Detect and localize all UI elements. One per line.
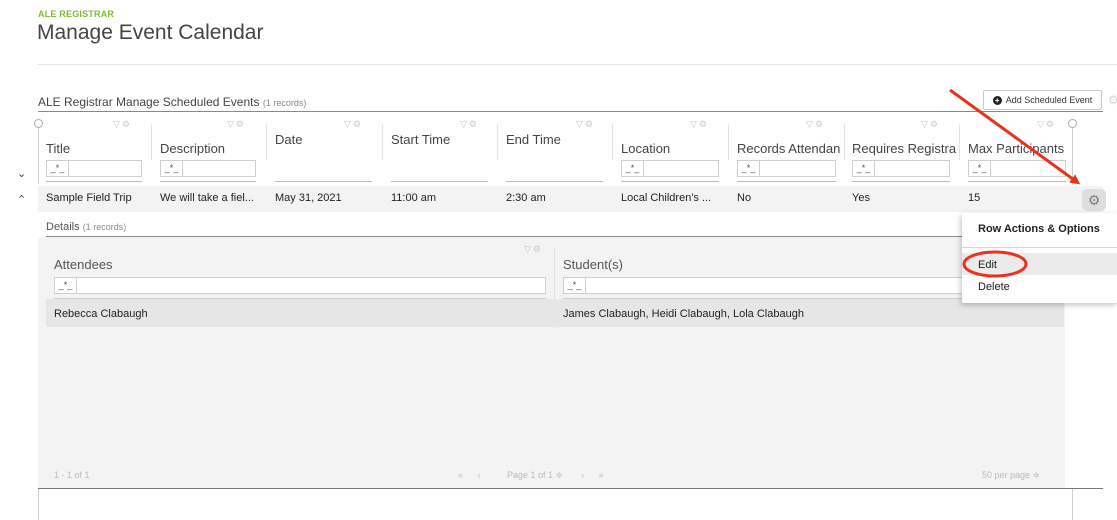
per-page-label: 50 per page	[982, 470, 1031, 480]
plus-icon: +	[992, 95, 1002, 105]
cell-max-participants: 15	[968, 192, 981, 204]
header-divider	[38, 64, 1117, 65]
tree-line-right	[1072, 127, 1073, 185]
title-column-filter-gear-icons[interactable]: ▽⚙	[113, 119, 132, 130]
cell-end-time: 2:30 am	[506, 192, 546, 204]
details-title-text: Details	[46, 221, 80, 233]
app-label: ALE REGISTRAR	[38, 9, 115, 19]
column-header-title[interactable]: Title	[46, 141, 142, 156]
add-scheduled-event-label: Add Scheduled Event	[1005, 95, 1093, 105]
grid-settings-gear-icon[interactable]: ⚙	[1108, 93, 1117, 107]
details-record-count: (1 records)	[82, 222, 127, 232]
grid-title-text: ALE Registrar Manage Scheduled Events	[38, 95, 260, 109]
cell-attendees: Rebecca Clabaugh	[54, 308, 148, 320]
per-page-select[interactable]: 50 per page ≑	[982, 470, 1040, 481]
tree-line-bottom-left	[38, 488, 39, 520]
tree-knob-left	[34, 119, 43, 128]
row-actions-menu-title: Row Actions & Options	[978, 223, 1100, 235]
cell-title: Sample Field Trip	[46, 192, 132, 204]
pager-page-select[interactable]: Page 1 of 1 ≑	[507, 470, 563, 481]
attendees-column-filter-gear-icons[interactable]: ▽⚙	[524, 244, 543, 255]
add-scheduled-event-button[interactable]: + Add Scheduled Event	[983, 90, 1102, 110]
cell-records-attendance: No	[737, 192, 752, 204]
details-table-row[interactable]	[46, 299, 1064, 327]
column-header-date[interactable]: Date	[275, 132, 365, 147]
row-actions-gear-icon[interactable]: ⚙	[1082, 189, 1106, 211]
column-header-requires-registration[interactable]: Requires Registration	[852, 141, 956, 156]
pager-page-label: Page 1 of 1	[507, 470, 554, 480]
cell-students: James Clabaugh, Heidi Clabaugh, Lola Cla…	[563, 308, 804, 320]
requires-registration-column-filter-gear-icons[interactable]: ▽⚙	[921, 119, 940, 130]
title-filter-input[interactable]: _*_	[46, 160, 142, 177]
edit-menu-item[interactable]: Edit	[978, 259, 997, 271]
cell-requires-registration: Yes	[852, 192, 870, 204]
location-filter-input[interactable]: _*_	[621, 160, 719, 177]
column-header-location[interactable]: Location	[621, 141, 721, 156]
date-column-filter-gear-icons[interactable]: ▽⚙	[344, 119, 363, 130]
max-participants-column-filter-gear-icons[interactable]: ▽⚙	[1037, 119, 1056, 130]
column-header-max-participants[interactable]: Max Participants	[968, 141, 1070, 156]
attendees-filter-input[interactable]: _*_	[54, 277, 546, 294]
details-title: Details (1 records)	[46, 221, 126, 233]
delete-menu-item[interactable]: Delete	[978, 281, 1010, 293]
tree-knob-right	[1068, 119, 1077, 128]
column-header-students[interactable]: Student(s)	[563, 257, 623, 272]
end-time-column-filter-gear-icons[interactable]: ▽⚙	[576, 119, 595, 130]
column-header-attendees[interactable]: Attendees	[54, 257, 113, 272]
grid-bottom-divider	[38, 488, 1103, 489]
collapse-all-chevron-icon[interactable]: ⌄	[17, 167, 26, 180]
column-header-end-time[interactable]: End Time	[506, 132, 606, 147]
details-panel	[38, 237, 1065, 488]
cell-description: We will take a fiel...	[160, 192, 254, 204]
grid-title-divider	[38, 111, 1103, 112]
requires-registration-filter-input[interactable]: _*_	[852, 160, 950, 177]
grid-title: ALE Registrar Manage Scheduled Events (1…	[38, 95, 306, 109]
description-column-filter-gear-icons[interactable]: ▽⚙	[227, 119, 246, 130]
grid-record-count: (1 records)	[262, 98, 307, 108]
max-participants-filter-input[interactable]: _*_	[968, 160, 1066, 177]
cell-start-time: 11:00 am	[391, 192, 437, 204]
records-attendance-filter-input[interactable]: _*_	[737, 160, 836, 177]
pager-next-last-icons[interactable]: › »	[581, 470, 610, 480]
pager-first-prev-icons[interactable]: « ‹	[458, 470, 487, 480]
location-column-filter-gear-icons[interactable]: ▽⚙	[690, 119, 709, 130]
records-attendance-column-filter-gear-icons[interactable]: ▽⚙	[806, 119, 825, 130]
column-header-start-time[interactable]: Start Time	[391, 132, 491, 147]
row-expand-chevron-up-icon[interactable]: ⌃	[17, 193, 26, 206]
row-actions-menu: Row Actions & Options Edit Delete	[962, 213, 1117, 303]
page-title: Manage Event Calendar	[37, 21, 264, 44]
description-filter-input[interactable]: _*_	[160, 160, 256, 177]
cell-location: Local Children's ...	[621, 192, 712, 204]
pager-range: 1 - 1 of 1	[54, 470, 90, 480]
tree-line-bottom-right	[1072, 488, 1073, 520]
column-header-records-attendance[interactable]: Records Attendance	[737, 141, 840, 156]
cell-date: May 31, 2021	[275, 192, 342, 204]
details-title-divider	[46, 236, 1064, 237]
tree-line-left	[38, 127, 39, 184]
column-header-description[interactable]: Description	[160, 141, 256, 156]
start-time-column-filter-gear-icons[interactable]: ▽⚙	[460, 119, 479, 130]
